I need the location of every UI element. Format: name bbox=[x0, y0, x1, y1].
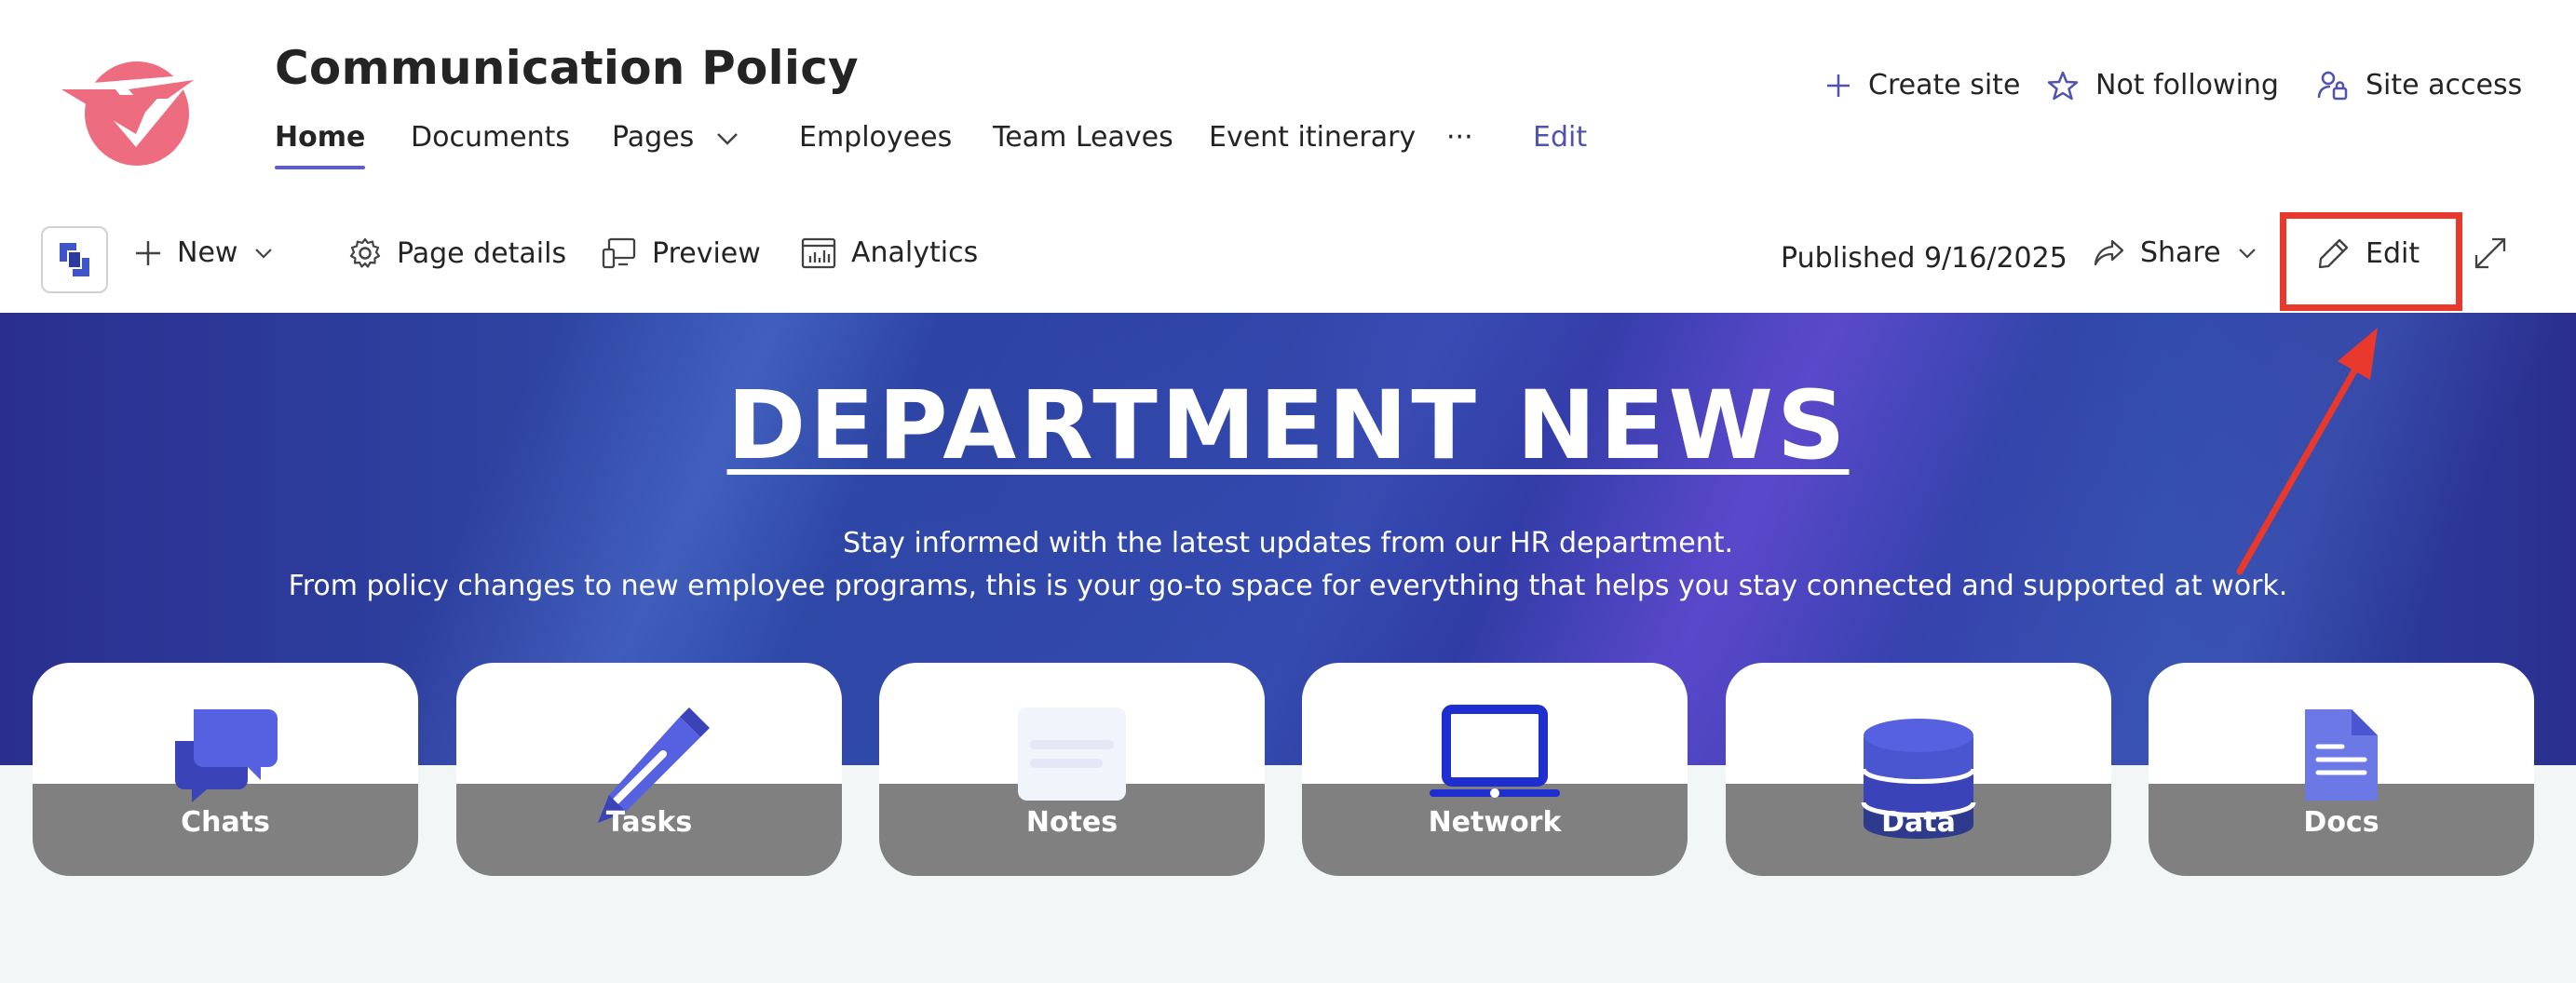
banner-title: DEPARTMENT NEWS bbox=[726, 370, 1850, 481]
banner-description-line-2: From policy changes to new employee prog… bbox=[288, 570, 2288, 602]
quick-link-tile-chats[interactable]: Chats bbox=[33, 663, 418, 876]
site-title[interactable]: Communication Policy bbox=[275, 41, 859, 95]
command-bar: New Page details Preview Analytics Publi… bbox=[0, 201, 2576, 313]
analytics-chart-icon bbox=[801, 237, 836, 268]
preview-label: Preview bbox=[652, 236, 761, 270]
expand-icon bbox=[2474, 237, 2506, 269]
chat-icon bbox=[175, 709, 278, 802]
quick-link-tile-docs[interactable]: Docs bbox=[2149, 663, 2534, 876]
share-button[interactable]: Share bbox=[2092, 236, 2271, 269]
people-lock-icon bbox=[2317, 71, 2348, 100]
nav-edit-link[interactable]: Edit bbox=[1533, 121, 1587, 154]
gear-icon bbox=[349, 237, 381, 268]
site-access-label: Site access bbox=[2366, 69, 2523, 101]
nav-event-itinerary[interactable]: Event itinerary bbox=[1209, 121, 1416, 154]
nav-pages-label: Pages bbox=[612, 121, 695, 154]
tile-label: Chats bbox=[181, 806, 270, 839]
plus-icon bbox=[1827, 74, 1850, 97]
published-date: Published 9/16/2025 bbox=[1781, 242, 2068, 275]
nav-home[interactable]: Home bbox=[275, 121, 366, 169]
tile-label: Data bbox=[1881, 806, 1956, 839]
chevron-down-icon bbox=[2238, 248, 2256, 259]
tile-label: Docs bbox=[2303, 806, 2379, 839]
banner-description-line-1: Stay informed with the latest updates fr… bbox=[842, 527, 1734, 559]
page-details-label: Page details bbox=[397, 236, 567, 270]
quick-link-tile-tasks[interactable]: Tasks bbox=[456, 663, 842, 876]
nav-pages[interactable]: Pages bbox=[612, 121, 739, 154]
analytics-button[interactable]: Analytics bbox=[801, 236, 978, 269]
star-icon bbox=[2047, 71, 2079, 100]
tile-label: Notes bbox=[1025, 806, 1119, 839]
nav-documents[interactable]: Documents bbox=[411, 121, 570, 154]
share-icon bbox=[2094, 239, 2124, 265]
preview-button[interactable]: Preview bbox=[602, 236, 761, 270]
edit-button-highlight-box bbox=[2280, 212, 2462, 311]
expand-button[interactable] bbox=[2474, 236, 2522, 270]
follow-label: Not following bbox=[2095, 69, 2279, 101]
chevron-down-icon bbox=[255, 248, 273, 259]
app-logo-icon bbox=[60, 243, 89, 276]
plus-icon bbox=[136, 240, 160, 265]
nav-more-button[interactable]: ··· bbox=[1446, 121, 1473, 154]
site-logo-icon[interactable] bbox=[58, 37, 216, 166]
quick-link-tile-network[interactable]: Network bbox=[1302, 663, 1688, 876]
tile-label: Network bbox=[1428, 806, 1562, 839]
app-launcher-button[interactable] bbox=[41, 226, 108, 293]
follow-button[interactable]: Not following bbox=[2047, 69, 2279, 101]
analytics-label: Analytics bbox=[851, 236, 979, 269]
document-icon bbox=[2305, 709, 2378, 801]
new-label: New bbox=[177, 236, 238, 269]
chevron-down-icon bbox=[716, 132, 738, 145]
page-details-button[interactable]: Page details bbox=[348, 236, 566, 270]
tile-label: Tasks bbox=[605, 806, 693, 839]
site-header: Communication Policy Home Documents Page… bbox=[0, 0, 2576, 201]
create-site-button[interactable]: Create site bbox=[1825, 69, 2020, 101]
quick-link-tile-notes[interactable]: Notes bbox=[879, 663, 1265, 876]
nav-team-leaves[interactable]: Team Leaves bbox=[993, 121, 1173, 154]
notes-icon bbox=[1018, 707, 1126, 801]
nav-employees[interactable]: Employees bbox=[799, 121, 952, 154]
site-access-button[interactable]: Site access bbox=[2317, 69, 2522, 101]
quick-link-tile-data[interactable]: Data bbox=[1726, 663, 2111, 876]
new-button[interactable]: New bbox=[134, 236, 288, 269]
create-site-label: Create site bbox=[1868, 69, 2021, 101]
preview-devices-icon bbox=[602, 237, 636, 269]
laptop-icon bbox=[1430, 705, 1560, 798]
share-label: Share bbox=[2140, 236, 2221, 269]
